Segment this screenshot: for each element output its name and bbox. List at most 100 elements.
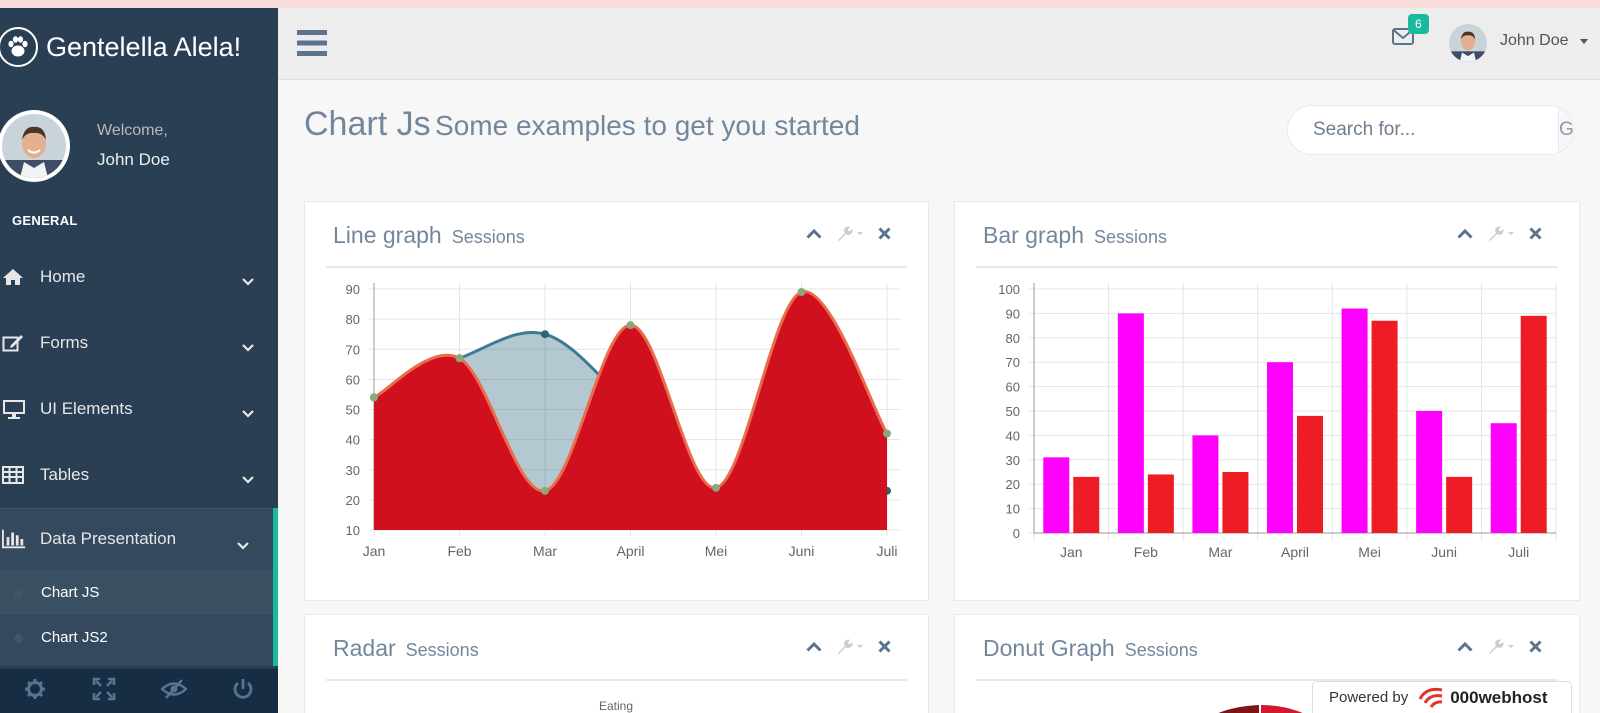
- chevron-up-icon: [1457, 228, 1473, 239]
- x-tick-label: Mei: [1358, 544, 1381, 560]
- x-tick-label: Jan: [363, 543, 386, 559]
- search-go-button[interactable]: Go!: [1558, 106, 1573, 154]
- chevron-down-icon: [242, 469, 254, 489]
- close-button[interactable]: [1529, 639, 1542, 653]
- sidebar-item-label: Data Presentation: [40, 529, 177, 548]
- y-tick-label: 40: [1006, 428, 1020, 443]
- bar: [1222, 472, 1249, 533]
- y-tick-label: 30: [346, 463, 360, 478]
- page-title-subtitle: Some examples to get you started: [435, 110, 860, 141]
- sidebar-item-data-presentation[interactable]: Data Presentation: [0, 508, 278, 570]
- x-tick-label: Mar: [1208, 544, 1232, 560]
- bar: [1117, 313, 1144, 533]
- sidebar-item-home[interactable]: Home: [0, 244, 278, 310]
- bar: [1490, 423, 1517, 533]
- chevron-down-icon: [237, 535, 249, 555]
- wrench-icon: [838, 226, 863, 241]
- y-tick-label: 20: [1006, 477, 1020, 492]
- sidebar-item-ui-elements[interactable]: UI Elements: [0, 376, 278, 442]
- settings-dropdown-button[interactable]: [836, 225, 864, 241]
- collapse-button[interactable]: [1457, 641, 1473, 652]
- collapse-button[interactable]: [806, 641, 822, 652]
- message-count-badge: 6: [1408, 14, 1429, 34]
- x-tick-label: Juli: [1508, 544, 1529, 560]
- settings-dropdown-button[interactable]: [836, 638, 864, 654]
- avatar[interactable]: [1449, 24, 1487, 62]
- data-point: [370, 393, 378, 402]
- user-menu-name[interactable]: John Doe: [1500, 32, 1569, 50]
- y-tick-label: 0: [1013, 526, 1020, 541]
- panel-subtitle: Sessions: [405, 640, 479, 660]
- panel-title: Line graph: [333, 222, 442, 248]
- wrench-icon: [1489, 226, 1514, 241]
- logout-button[interactable]: [209, 669, 279, 713]
- powered-by-badge[interactable]: Powered by 000webhost: [1312, 681, 1572, 713]
- y-tick-label: 60: [346, 372, 360, 387]
- settings-button[interactable]: [0, 669, 70, 713]
- panel-subtitle: Sessions: [451, 227, 525, 247]
- logout-icon: [232, 678, 254, 705]
- close-button[interactable]: [878, 639, 891, 653]
- submenu-item-chart-js2[interactable]: Chart JS2: [0, 615, 273, 660]
- x-tick-label: Juni: [789, 543, 815, 559]
- data-point: [797, 288, 806, 297]
- settings-dropdown-button[interactable]: [1487, 225, 1515, 241]
- close-icon: [878, 639, 891, 653]
- table-icon: [2, 466, 26, 484]
- y-tick-label: 10: [346, 523, 360, 538]
- x-tick-label: April: [1281, 544, 1309, 560]
- bar: [1446, 476, 1473, 533]
- panel-toolbox: [1457, 638, 1542, 654]
- paw-icon: [0, 27, 38, 67]
- y-tick-label: 10: [1006, 502, 1020, 517]
- top-strip: [0, 0, 1600, 8]
- desktop-icon: [2, 399, 26, 419]
- profile-name: John Doe: [97, 150, 170, 169]
- panel-toolbox: [1457, 225, 1542, 241]
- x-tick-label: Juli: [876, 543, 897, 559]
- submenu-item-chart-js[interactable]: Chart JS: [0, 570, 273, 615]
- submenu-item-label: Chart JS: [41, 584, 100, 601]
- data-point: [626, 321, 635, 330]
- search-input[interactable]: [1288, 106, 1558, 154]
- host-logo-icon: [1416, 687, 1444, 709]
- menu-toggle-button[interactable]: [297, 30, 327, 61]
- wrench-icon: [838, 639, 863, 654]
- sidebar-item-tables[interactable]: Tables: [0, 442, 278, 508]
- panel-radar: Radar Sessions Eating: [304, 614, 929, 713]
- y-tick-label: 70: [1006, 355, 1020, 370]
- fullscreen-button[interactable]: [70, 669, 140, 713]
- caret-down-icon[interactable]: [1580, 39, 1588, 44]
- settings-dropdown-button[interactable]: [1487, 638, 1515, 654]
- collapse-button[interactable]: [806, 228, 822, 239]
- close-button[interactable]: [1529, 226, 1542, 240]
- y-tick-label: 60: [1006, 380, 1020, 395]
- panel-header: Line graph Sessions: [326, 202, 907, 268]
- bar: [1147, 474, 1174, 533]
- data-point: [541, 330, 549, 339]
- profile: Welcome, John Doe: [0, 86, 278, 206]
- powered-by-text: Powered by: [1329, 689, 1409, 706]
- donut-chart-partial: [1218, 705, 1303, 713]
- panel-title: Radar: [333, 635, 396, 661]
- panel-header: Donut Graph Sessions: [976, 615, 1558, 681]
- chevron-up-icon: [806, 641, 822, 652]
- page-title-main: Chart Js: [304, 105, 431, 143]
- data-point: [541, 486, 549, 495]
- menu-section-title: GENERAL: [12, 213, 78, 228]
- close-icon: [1529, 639, 1542, 653]
- collapse-button[interactable]: [1457, 228, 1473, 239]
- brand[interactable]: Gentelella Alela!: [0, 8, 278, 86]
- data-point: [712, 483, 720, 492]
- bar: [1297, 415, 1323, 533]
- sidebar-item-label: Home: [40, 267, 86, 286]
- panel-subtitle: Sessions: [1124, 640, 1198, 660]
- x-tick-label: Feb: [1134, 544, 1158, 560]
- sidebar-item-label: UI Elements: [40, 399, 133, 418]
- close-button[interactable]: [878, 226, 891, 240]
- close-icon: [1529, 226, 1542, 240]
- sidebar-item-forms[interactable]: Forms: [0, 310, 278, 376]
- panel-header: Radar Sessions: [326, 615, 907, 681]
- lock-button[interactable]: [139, 669, 209, 713]
- sidebar: Gentelella Alela! Welcome, John Doe GENE…: [0, 8, 278, 713]
